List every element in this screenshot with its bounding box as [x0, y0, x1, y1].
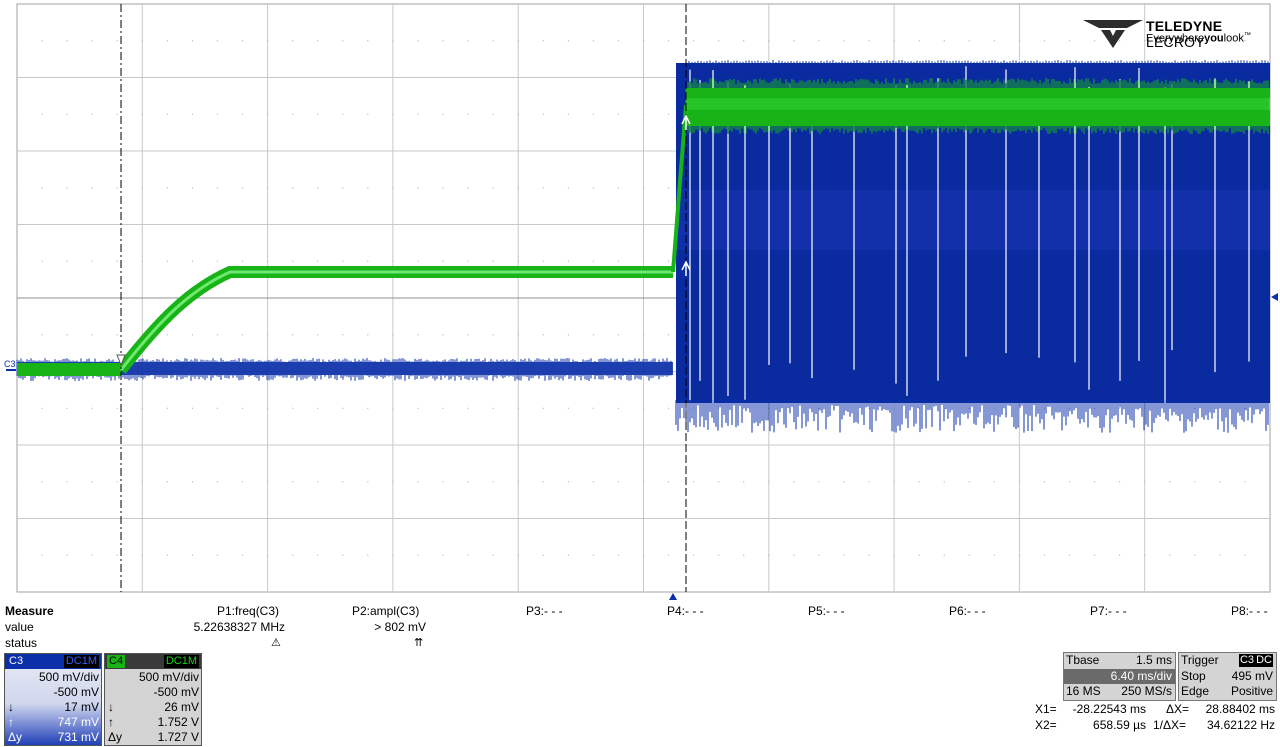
- c3-ground-label: C3: [4, 359, 16, 369]
- cursor-up-icon: ↑: [108, 715, 114, 729]
- channel-c3-vdiv: 500 mV/div: [38, 670, 99, 684]
- trigger-descriptor[interactable]: Trigger C3 DC Stop 495 mV Edge Positive: [1178, 652, 1277, 701]
- channel-c3-offset: -500 mV: [53, 685, 99, 699]
- trigger-coupling: DC: [1255, 654, 1273, 667]
- warning-icon: ⚠: [271, 637, 281, 649]
- triangle-left-icon: [1271, 293, 1278, 301]
- trigger-label: Trigger: [1181, 653, 1219, 667]
- channel-c3-cursor1: 17 mV: [64, 700, 99, 714]
- measure-title: Measure: [5, 604, 54, 618]
- cursor-x2-label: X2=: [1035, 718, 1057, 732]
- triangle-up-icon: [669, 593, 677, 600]
- param-p3-label[interactable]: P3:- - -: [526, 604, 563, 618]
- cursor-x2-value: 658.59 µs: [1093, 718, 1146, 732]
- param-p5-label[interactable]: P5:- - -: [808, 604, 845, 618]
- cursor-down-icon: ↓: [8, 700, 14, 714]
- channel-c3-delta-label: Δy: [8, 730, 23, 744]
- channel-c4-delta: 1.727 V: [157, 730, 199, 744]
- param-p4-label[interactable]: P4:- - -: [667, 604, 704, 618]
- trigger-type: Edge: [1181, 684, 1210, 698]
- cursor-inverse-label: 1/ΔX=: [1153, 718, 1187, 732]
- timebase-rate: 250 MS/s: [1121, 684, 1172, 698]
- param-p2-value: > 802 mV: [374, 620, 426, 634]
- channel-c3-cursor2: 747 mV: [57, 715, 99, 729]
- trigger-source: C3: [1238, 654, 1255, 667]
- channel-c4-delta-label: Δy: [108, 730, 123, 744]
- param-p6-label[interactable]: P6:- - -: [949, 604, 986, 618]
- cursor-inverse-value: 34.62122 Hz: [1206, 718, 1275, 732]
- channel-c3-id: C3: [7, 655, 26, 668]
- channel-c4-offset: -500 mV: [153, 685, 199, 699]
- param-p1-value: 5.22638327 MHz: [193, 620, 285, 634]
- timebase-tdiv: 6.40 ms/div: [1110, 669, 1172, 683]
- timebase-delay: 1.5 ms: [1135, 653, 1172, 667]
- cursor-x1-value: -28.22543 ms: [1072, 702, 1146, 716]
- measure-status-row-label: status: [5, 636, 38, 650]
- cursor-dx-label: ΔX=: [1166, 702, 1190, 716]
- measure-value-row-label: value: [5, 620, 34, 634]
- teledyne-logo-icon: [1083, 20, 1143, 48]
- trigger-mode: Stop: [1181, 669, 1206, 683]
- channel-c3-descriptor[interactable]: C3 DC1M 500 mV/div -500 mV ↓ 17 mV ↑ 747…: [4, 653, 102, 746]
- channel-c4-coupling: DC1M: [163, 655, 199, 668]
- channel-c4-id: C4: [107, 655, 126, 668]
- channel-c3-delta: 731 mV: [57, 730, 99, 744]
- channel-c4-cursor1: 26 mV: [164, 700, 199, 714]
- timebase-label: Tbase: [1066, 653, 1100, 667]
- up-arrows-icon: ⇈: [414, 637, 424, 649]
- timebase-samples: 16 MS: [1066, 684, 1101, 698]
- channel-c4-vdiv: 500 mV/div: [138, 670, 199, 684]
- cursor-up-icon: ↑: [8, 715, 14, 729]
- param-p8-label[interactable]: P8:- - -: [1231, 604, 1268, 618]
- trigger-slope: Positive: [1230, 684, 1273, 698]
- cursor-x1-label: X1=: [1035, 702, 1057, 716]
- brand-tagline: Everywhereyoulook™: [1146, 32, 1251, 45]
- channel-c4-cursor2: 1.752 V: [157, 715, 199, 729]
- trigger-level: 495 mV: [1231, 669, 1273, 683]
- waveform-display[interactable]: C3: [0, 0, 1280, 600]
- channel-c4-descriptor[interactable]: C4 DC1M 500 mV/div -500 mV ↓ 26 mV ↑ 1.7…: [104, 653, 202, 746]
- cursor-down-icon: ↓: [108, 700, 114, 714]
- cursor-dx-value: 28.88402 ms: [1205, 702, 1275, 716]
- timebase-descriptor[interactable]: Tbase 1.5 ms 6.40 ms/div 16 MS 250 MS/s: [1063, 652, 1176, 701]
- channel-c3-coupling: DC1M: [63, 655, 99, 668]
- param-p1-label[interactable]: P1:freq(C3): [217, 604, 279, 618]
- param-p2-label[interactable]: P2:ampl(C3): [352, 604, 419, 618]
- param-p7-label[interactable]: P7:- - -: [1090, 604, 1127, 618]
